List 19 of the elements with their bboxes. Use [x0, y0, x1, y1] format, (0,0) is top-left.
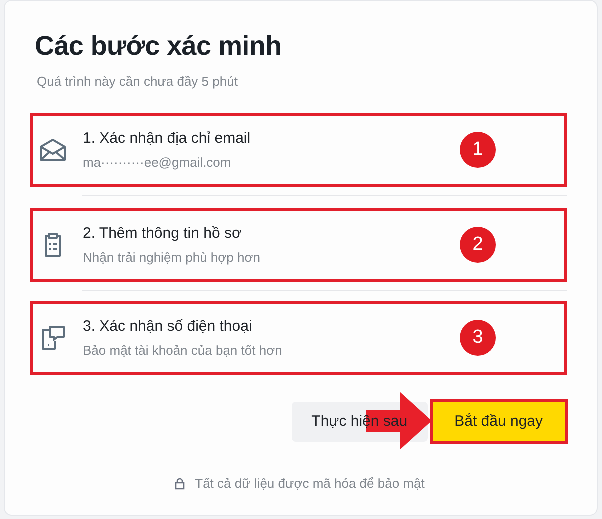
- step-item[interactable]: 2. Thêm thông tin hồ sơ Nhận trải nghiệm phù hợp hơn 2: [30, 208, 567, 282]
- dialog-subtitle: Quá trình này cần chưa đầy 5 phút: [37, 74, 239, 89]
- step-description: ma··········ee@gmail.com: [83, 155, 232, 170]
- security-note: Tất cả dữ liệu được mã hóa để bảo mật: [195, 476, 425, 491]
- step-description: Nhận trải nghiệm phù hợp hơn: [83, 250, 260, 265]
- step-title: 1. Xác nhận địa chỉ email: [83, 130, 251, 147]
- step-title: 2. Thêm thông tin hồ sơ: [83, 225, 243, 242]
- number-marker: 1: [460, 132, 496, 168]
- step-description: Bảo mật tài khoản của bạn tốt hơn: [83, 343, 282, 358]
- number-marker: 3: [460, 320, 496, 356]
- dialog-title: Các bước xác minh: [35, 31, 283, 62]
- step-item[interactable]: 1. Xác nhận địa chỉ email ma··········ee@gmail.com 1: [30, 113, 567, 187]
- step-item[interactable]: 3. Xác nhận số điện thoại Bảo mật tài khoản của bạn tốt hơn 3: [30, 301, 567, 375]
- start-button[interactable]: Bắt đầu ngay: [430, 399, 568, 444]
- envelope-icon: [39, 138, 67, 162]
- number-marker: 2: [460, 227, 496, 263]
- phone-message-icon: [39, 325, 67, 351]
- lock-icon: [175, 478, 186, 490]
- step-title: 3. Xác nhận số điện thoại: [83, 318, 254, 335]
